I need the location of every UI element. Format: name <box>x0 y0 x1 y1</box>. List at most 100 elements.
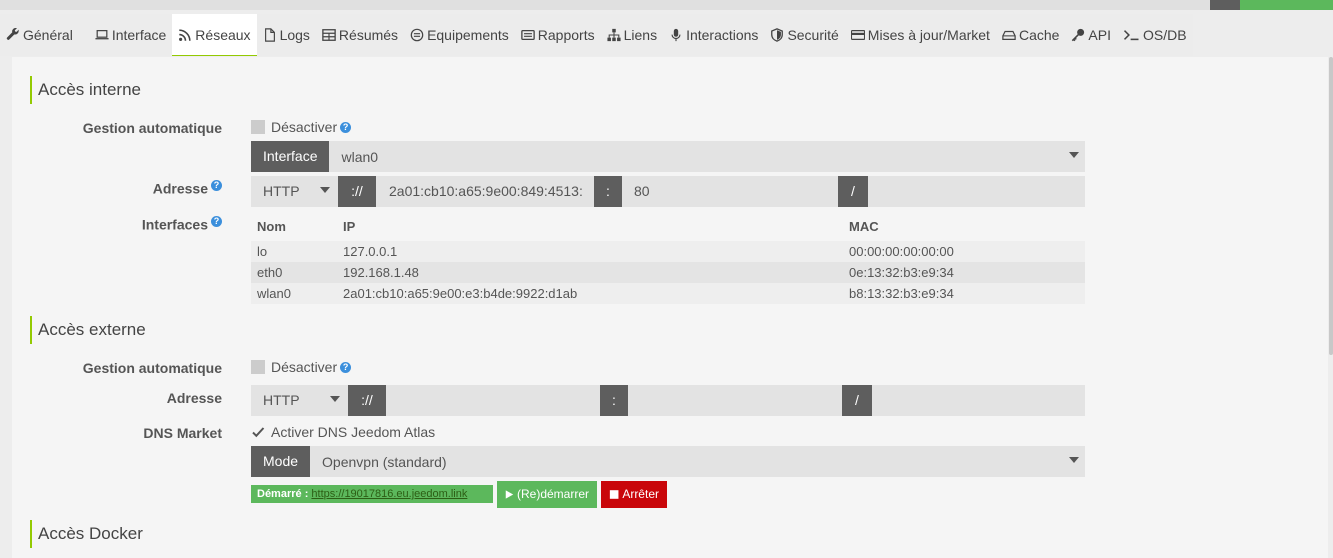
tab-rapports-label: Rapports <box>537 27 595 43</box>
sitemap-icon <box>607 28 621 42</box>
external-disable-label: Désactiver <box>271 359 338 375</box>
checkbox-box[interactable] <box>251 120 265 134</box>
chevron-down-icon <box>330 396 340 402</box>
external-path-input[interactable] <box>872 385 1085 416</box>
top-strip-dark <box>1210 0 1240 10</box>
tab-mises-a-jour-label: Mises à jour/Market <box>867 27 990 43</box>
connect-icon <box>410 28 424 42</box>
internal-path-separator: / <box>838 176 868 207</box>
interface-addon: Interface <box>251 141 330 172</box>
interface-name: eth0 <box>251 262 343 283</box>
tab-liens-label: Liens <box>623 27 658 43</box>
tab-interface[interactable]: Interface <box>89 14 172 56</box>
tab-equipements-label: Equipements <box>427 27 509 43</box>
external-disable-checkbox[interactable]: Désactiver ? <box>251 359 352 375</box>
dns-status-badge: Démarré : https://19017816.eu.jeedom.lin… <box>251 485 493 503</box>
internal-interface-select[interactable]: Interface wlan0 <box>251 141 1085 172</box>
tab-mises-a-jour[interactable]: Mises à jour/Market <box>845 14 996 56</box>
internal-port-separator: : <box>594 176 622 207</box>
help-icon[interactable]: ? <box>340 361 352 373</box>
interface-mac: 00:00:00:00:00:00 <box>849 241 1085 262</box>
external-port-separator: : <box>600 385 628 416</box>
tab-logs-label: Logs <box>279 27 310 43</box>
external-protocol-select[interactable]: HTTP <box>251 385 348 416</box>
column-header-nom: Nom <box>257 218 286 234</box>
top-strip-save-button[interactable] <box>1240 0 1333 10</box>
internal-scheme-separator: :// <box>338 176 376 207</box>
external-auto-label: Gestion automatique <box>82 360 222 376</box>
dns-restart-button[interactable]: (Re)démarrer <box>497 481 597 508</box>
tab-rapports[interactable]: Rapports <box>515 14 601 56</box>
tab-equipements[interactable]: Equipements <box>404 14 515 56</box>
tab-general[interactable]: Général <box>0 14 79 56</box>
interface-mac: 0e:13:32:b3:e9:34 <box>849 262 1085 283</box>
check-icon[interactable] <box>251 425 265 439</box>
help-icon[interactable]: ? <box>340 121 352 133</box>
stop-icon <box>609 490 619 499</box>
interface-name: lo <box>251 241 343 262</box>
internal-disable-label: Désactiver <box>271 119 338 135</box>
interface-value: wlan0 <box>341 148 379 165</box>
tab-general-label: Général <box>23 27 73 43</box>
chevron-down-icon <box>1069 457 1079 463</box>
key-icon <box>1072 28 1085 42</box>
external-mode-select[interactable]: Mode Openvpn (standard) <box>251 446 1085 477</box>
tab-os-db[interactable]: OS/DB <box>1117 14 1193 56</box>
shield-icon <box>771 28 784 42</box>
interface-ip: 192.168.1.48 <box>343 262 849 283</box>
dns-atlas-checkbox[interactable]: Activer DNS Jeedom Atlas <box>251 424 435 440</box>
play-icon <box>505 490 514 499</box>
external-path-separator: / <box>842 385 872 416</box>
external-host-input[interactable] <box>386 385 600 416</box>
internal-auto-label: Gestion automatique <box>82 120 222 136</box>
dns-status-link[interactable]: https://19017816.eu.jeedom.link <box>311 488 467 500</box>
tab-liens[interactable]: Liens <box>601 14 663 56</box>
internal-disable-checkbox[interactable]: Désactiver ? <box>251 119 352 135</box>
interfaces-table: Nom IP MAC lo 127.0.0.1 00:00:00:00:00:0… <box>251 211 1085 304</box>
help-icon[interactable]: ? <box>211 180 222 191</box>
dns-market-label: DNS Market <box>143 425 222 441</box>
vertical-scrollbar[interactable] <box>1329 57 1333 355</box>
internal-interfaces-label: Interfaces? <box>12 216 222 233</box>
dns-atlas-label: Activer DNS Jeedom Atlas <box>271 424 436 440</box>
rss-icon <box>179 28 191 41</box>
tab-cache-label: Cache <box>1018 27 1060 43</box>
mode-value: Openvpn (standard) <box>322 453 447 470</box>
dns-status-prefix: Démarré : <box>257 488 309 500</box>
help-icon[interactable]: ? <box>211 216 222 227</box>
settings-panel: Accès interne Gestion automatique Désact… <box>12 57 1328 558</box>
tab-reseaux[interactable]: Réseaux <box>172 14 257 56</box>
report-icon <box>521 29 535 41</box>
tab-interactions-label: Interactions <box>686 27 759 43</box>
credit-card-icon <box>850 30 865 40</box>
tab-interactions[interactable]: Interactions <box>663 14 764 56</box>
internal-host-input[interactable]: 2a01:cb10:a65:9e00:849:4513: <box>376 176 594 207</box>
file-icon <box>264 28 275 42</box>
dns-restart-label: (Re)démarrer <box>516 487 589 501</box>
tab-securite[interactable]: Securité <box>764 14 844 56</box>
laptop-icon <box>95 30 109 40</box>
checkbox-box[interactable] <box>251 360 265 374</box>
dns-stop-button[interactable]: Arrêter <box>601 481 667 508</box>
internal-address-group: HTTP :// 2a01:cb10:a65:9e00:849:4513: : … <box>251 176 1085 207</box>
internal-protocol-select[interactable]: HTTP <box>251 176 338 207</box>
table-row: lo 127.0.0.1 00:00:00:00:00:00 <box>251 241 1085 262</box>
chevron-down-icon <box>320 187 330 193</box>
mode-addon: Mode <box>251 446 311 477</box>
microphone-icon <box>671 28 681 42</box>
internal-port-input[interactable]: 80 <box>622 176 838 207</box>
tab-cache[interactable]: Cache <box>996 14 1065 56</box>
internal-path-input[interactable] <box>868 176 1085 207</box>
section-title-external: Accès externe <box>30 316 146 344</box>
tab-os-db-label: OS/DB <box>1143 27 1187 43</box>
tab-api[interactable]: API <box>1065 14 1117 56</box>
wrench-icon <box>6 28 19 40</box>
section-title-internal: Accès interne <box>30 76 141 104</box>
tab-logs[interactable]: Logs <box>257 14 316 56</box>
interface-name: wlan0 <box>251 283 343 304</box>
tab-interface-label: Interface <box>111 27 167 43</box>
tab-resumes[interactable]: Résumés <box>316 14 404 56</box>
section-title-docker: Accès Docker <box>30 520 143 548</box>
internal-address-label: Adresse? <box>12 180 222 197</box>
external-port-input[interactable] <box>628 385 842 416</box>
